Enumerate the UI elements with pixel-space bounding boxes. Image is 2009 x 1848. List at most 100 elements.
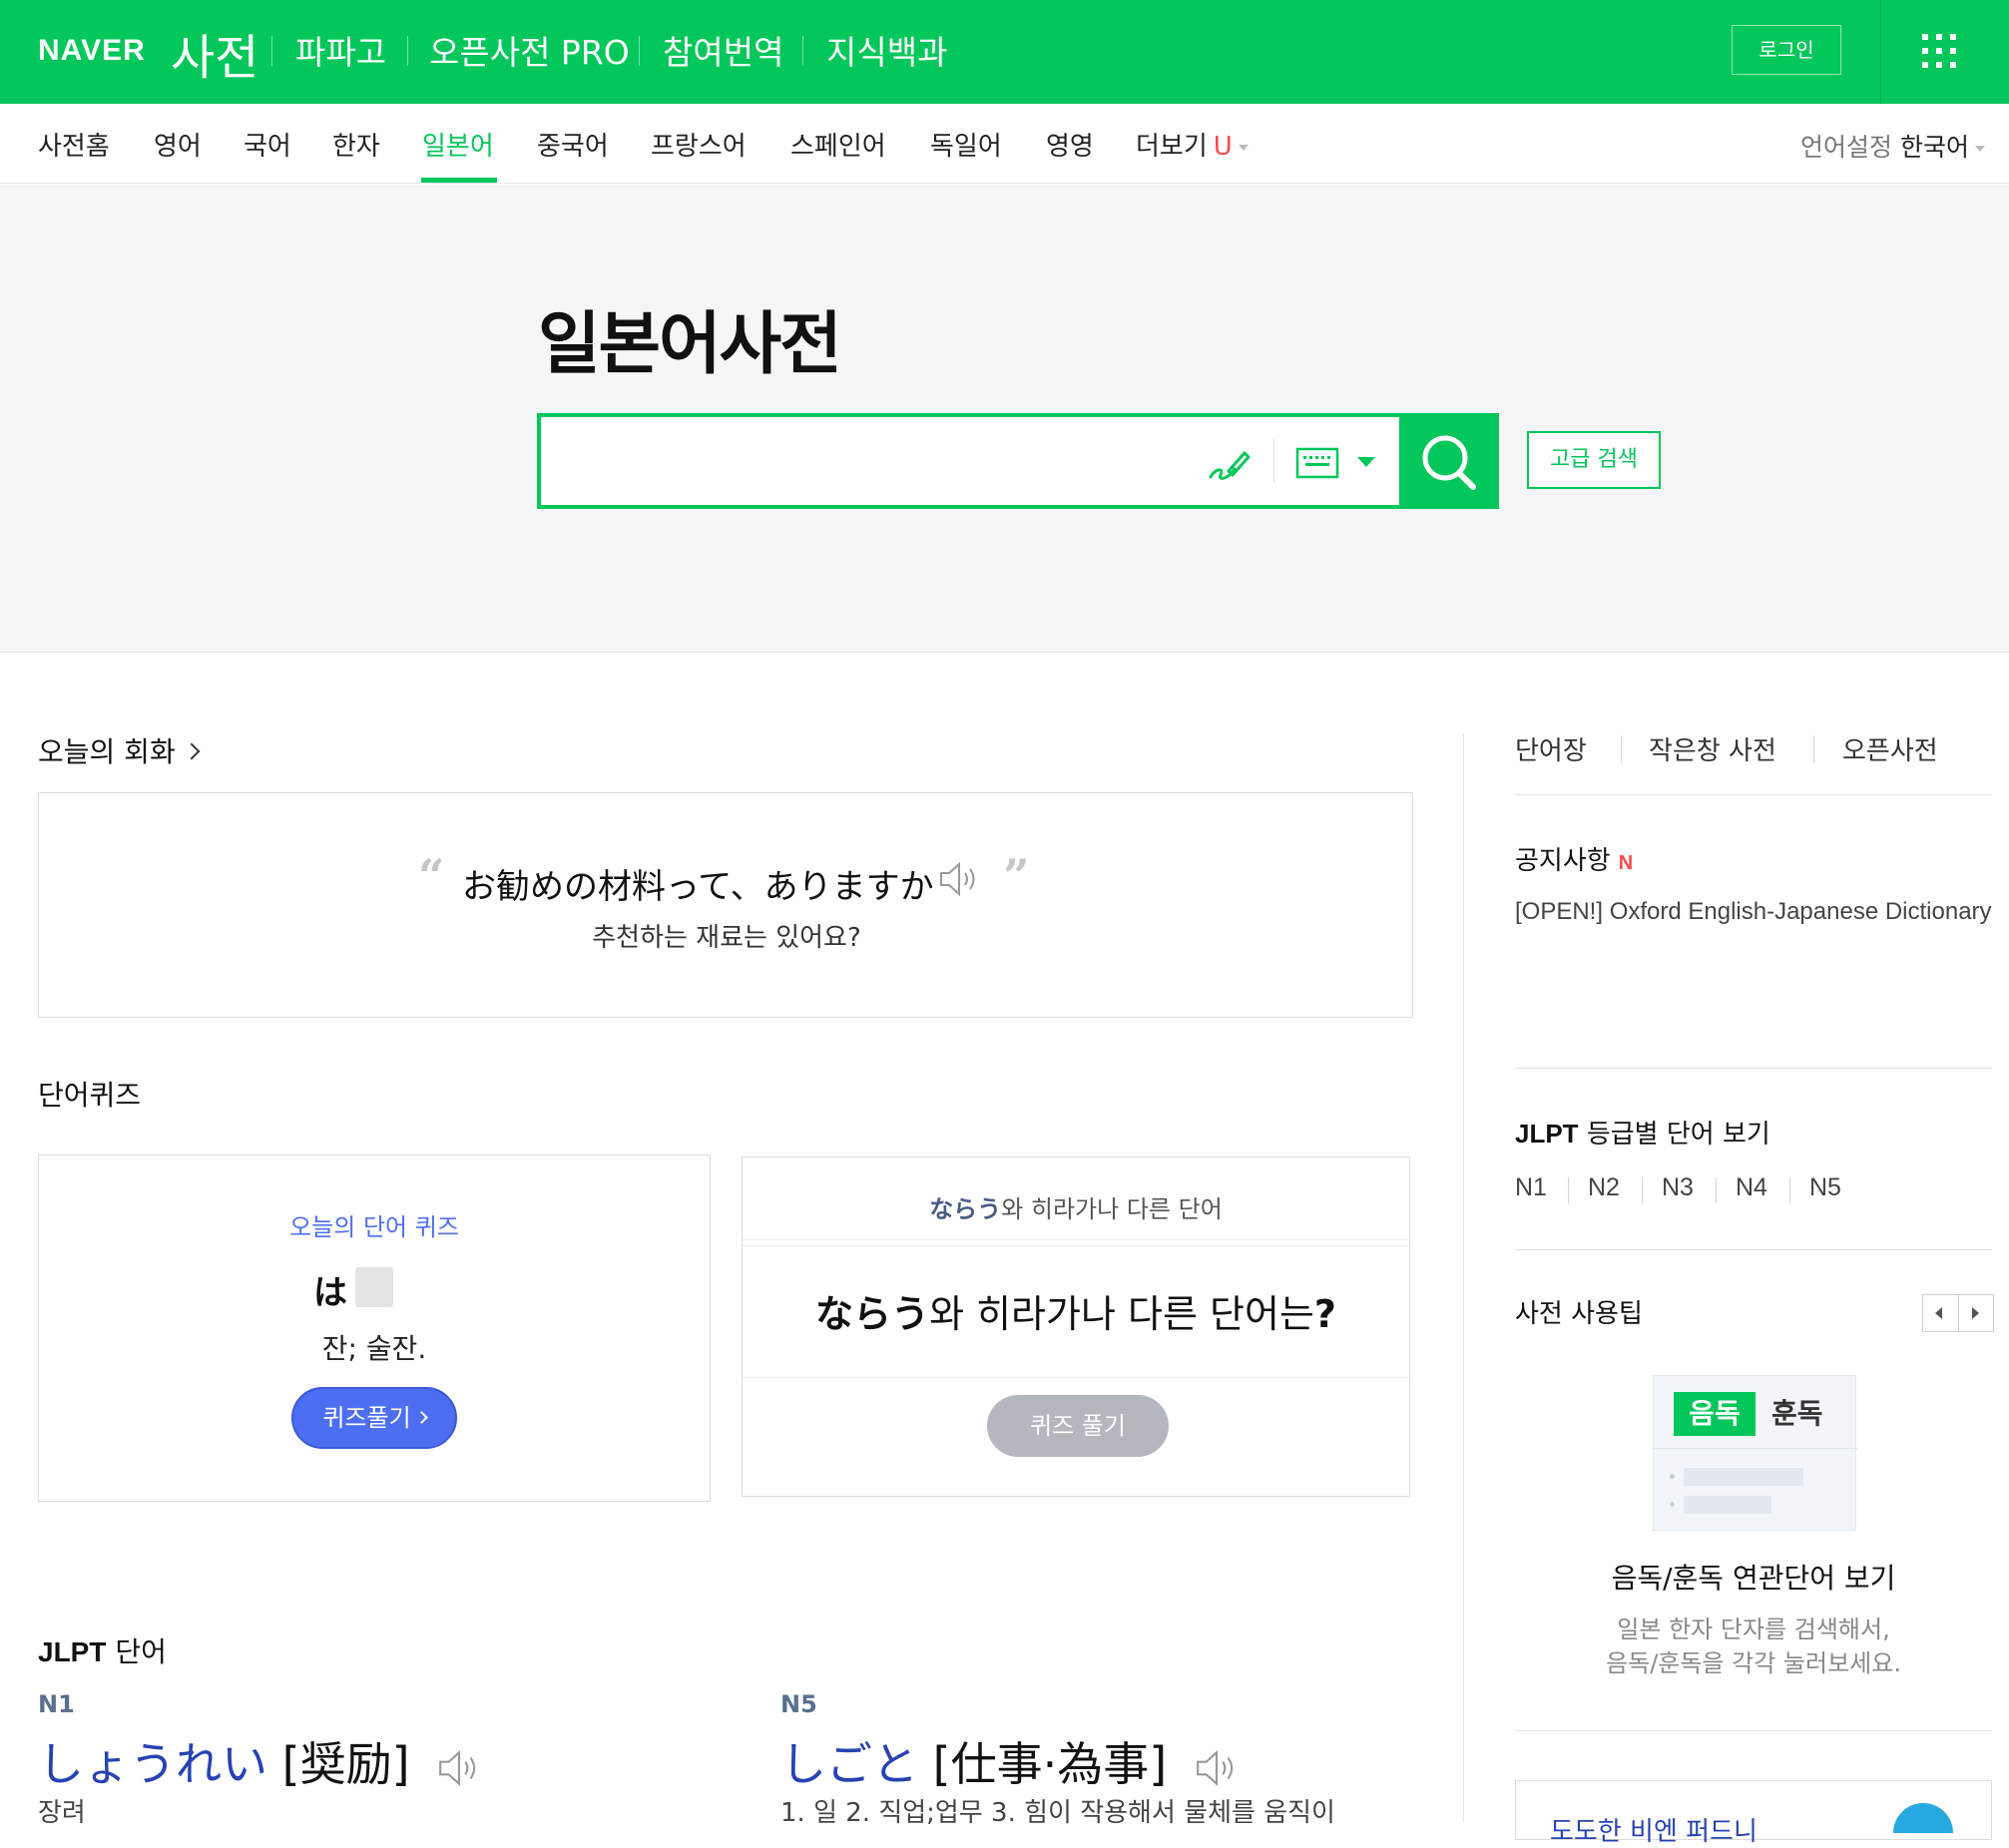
more-label: 더보기	[1136, 132, 1208, 162]
quiz-word: は	[313, 1273, 347, 1313]
promo-card[interactable]: 도도한 비엔 퍼드니	[1515, 1780, 1992, 1847]
question-mark: ?	[1313, 1292, 1336, 1336]
question-suffix: 와 히라가나 다른 단어는	[929, 1292, 1314, 1336]
jlpt-word-meaning: 1. 일 2. 직업;업무 3. 힘이 작용해서 물체를 움직이	[780, 1798, 1335, 1828]
tip-pager	[1922, 1294, 1994, 1332]
jlpt-level-title-rest: 등급별 단어 보기	[1586, 1120, 1770, 1150]
nav-item-chinese[interactable]: 중국어	[537, 126, 609, 163]
tab-wordbook[interactable]: 단어장	[1515, 730, 1587, 767]
kun-reading-tab: 훈독	[1771, 1397, 1823, 1430]
top-bar: NAVER 사전 파파고 오픈사전 PRO 참여번역 지식백과 로그인	[0, 0, 2009, 104]
keyboard-icon[interactable]	[1295, 445, 1339, 481]
divider	[743, 1245, 1409, 1246]
jlpt-level-n5[interactable]: N5	[1809, 1173, 1841, 1202]
naver-logo[interactable]: NAVER	[38, 34, 146, 68]
jlpt-word-kanji: [仕事·為事]	[932, 1737, 1168, 1791]
solve-quiz-button[interactable]: 퀴즈풀기	[291, 1387, 457, 1449]
placeholder-bar	[1684, 1468, 1803, 1486]
jlpt-title-rest: 단어	[115, 1635, 167, 1668]
divider	[1789, 1177, 1790, 1203]
jlpt-level-n4[interactable]: N4	[1736, 1173, 1767, 1202]
jlpt-level-title-bold: JLPT	[1515, 1119, 1579, 1149]
quiz-head-suffix: 와 히라가나 다른 단어	[1001, 1195, 1223, 1223]
jlpt-level-n1[interactable]: N1	[1515, 1173, 1547, 1202]
nav-item-german[interactable]: 독일어	[930, 126, 1002, 163]
language-setting-label: 언어설정	[1800, 133, 1893, 162]
tip-description-line: 음독/훈독을 각각 눌러보세요.	[1606, 1649, 1901, 1677]
active-tab-indicator	[421, 178, 497, 183]
tab-open-dictionary[interactable]: 오픈사전	[1842, 730, 1938, 767]
jlpt-word-kana: しごと	[780, 1737, 918, 1791]
nav-item-hanja[interactable]: 한자	[332, 126, 380, 163]
notice-title: 공지사항 N	[1515, 840, 1633, 877]
nav-item-french[interactable]: 프랑스어	[651, 126, 747, 163]
divider	[1880, 0, 1881, 104]
notice-link[interactable]: [OPEN!] Oxford English-Japanese Dictiona…	[1515, 898, 1992, 926]
divider	[407, 36, 408, 66]
advanced-search-button[interactable]: 고급 검색	[1527, 431, 1661, 489]
language-setting-value: 한국어	[1899, 133, 1969, 162]
bullet-icon	[1670, 1474, 1675, 1479]
tip-description: 일본 한자 단자를 검색해서, 음독/훈독을 각각 눌러보세요.	[1515, 1613, 1992, 1680]
language-setting[interactable]: 언어설정 한국어	[1800, 128, 1985, 164]
divider	[639, 36, 640, 66]
hiragana-quiz-heading: ならう와 히라가나 다른 단어	[743, 1189, 1409, 1224]
service-link-translation[interactable]: 참여번역	[663, 26, 783, 74]
jlpt-level-n3[interactable]: N3	[1662, 1173, 1694, 1202]
search-button[interactable]	[1399, 413, 1499, 509]
divider	[1813, 735, 1814, 763]
service-link-encyclopedia[interactable]: 지식백과	[826, 26, 947, 74]
search-icon	[1422, 435, 1476, 490]
notice-title-label: 공지사항	[1515, 846, 1611, 876]
conversation-section-title[interactable]: 오늘의 회화	[38, 730, 201, 770]
speaker-icon[interactable]	[1194, 1747, 1240, 1789]
jlpt-level-title: JLPT 등급별 단어 보기	[1515, 1114, 1770, 1151]
tab-mini-dictionary[interactable]: 작은창 사전	[1649, 730, 1776, 767]
nav-item-english-english[interactable]: 영영	[1046, 126, 1094, 163]
nav-item-japanese[interactable]: 일본어	[422, 126, 494, 163]
open-quote-icon: “	[418, 849, 445, 903]
solve-quiz-label: 퀴즈풀기	[322, 1404, 411, 1432]
tip-illustration[interactable]: 음독 훈독	[1653, 1375, 1857, 1531]
conversation-korean: 추천하는 재료는 있어요?	[592, 923, 861, 953]
tips-title: 사전 사용팁	[1515, 1299, 1643, 1329]
jlpt-word-entry[interactable]: しごと [仕事·為事]	[780, 1728, 1240, 1794]
update-badge: U	[1213, 132, 1233, 162]
nav-item-spanish[interactable]: 스페인어	[790, 126, 886, 163]
nav-more-menu[interactable]: 더보기 U	[1136, 126, 1249, 163]
tip-card-title[interactable]: 음독/훈독 연관단어 보기	[1515, 1557, 1992, 1597]
search-input[interactable]	[551, 427, 1200, 495]
placeholder-bar	[1684, 1496, 1771, 1514]
jlpt-word-entry[interactable]: しょうれい [奨励]	[38, 1728, 482, 1794]
solve-quiz-button[interactable]: 퀴즈 풀기	[987, 1395, 1169, 1457]
jlpt-level-n2[interactable]: N2	[1588, 1173, 1620, 1202]
jlpt-word-meaning: 장려	[38, 1798, 86, 1828]
speaker-icon[interactable]	[937, 859, 981, 899]
divider	[743, 1377, 1409, 1378]
close-quote-icon: ”	[1003, 849, 1030, 903]
jlpt-level-label: N1	[38, 1690, 75, 1718]
jlpt-level-label: N5	[780, 1690, 817, 1718]
service-link-papago[interactable]: 파파고	[295, 26, 386, 74]
nav-item-english[interactable]: 영어	[154, 126, 202, 163]
word-quiz-title: 단어퀴즈	[38, 1079, 142, 1112]
keyboard-dropdown-icon[interactable]	[1357, 457, 1375, 467]
question-word: ならう	[815, 1292, 930, 1336]
divider	[743, 1239, 1409, 1240]
nav-item-home[interactable]: 사전홈	[38, 126, 110, 163]
dictionary-logo[interactable]: 사전	[171, 18, 258, 88]
service-link-opendict-pro[interactable]: 오픈사전 PRO	[429, 26, 630, 74]
arrow-right-icon[interactable]	[1972, 1307, 1979, 1319]
handwriting-icon[interactable]	[1205, 439, 1253, 487]
divider	[1958, 1295, 1959, 1331]
conversation-japanese: お勧めの材料って、ありますか	[462, 867, 934, 907]
nav-item-korean[interactable]: 국어	[244, 126, 291, 163]
login-button[interactable]: 로그인	[1732, 25, 1841, 75]
arrow-left-icon[interactable]	[1935, 1307, 1942, 1319]
bullet-icon	[1670, 1502, 1675, 1507]
apps-grid-icon[interactable]	[1922, 34, 1956, 68]
chevron-right-icon	[414, 1410, 428, 1424]
daily-quiz-label: 오늘의 단어 퀴즈	[289, 1213, 459, 1241]
jlpt-word-kana: しょうれい	[38, 1737, 267, 1791]
speaker-icon[interactable]	[436, 1747, 482, 1789]
